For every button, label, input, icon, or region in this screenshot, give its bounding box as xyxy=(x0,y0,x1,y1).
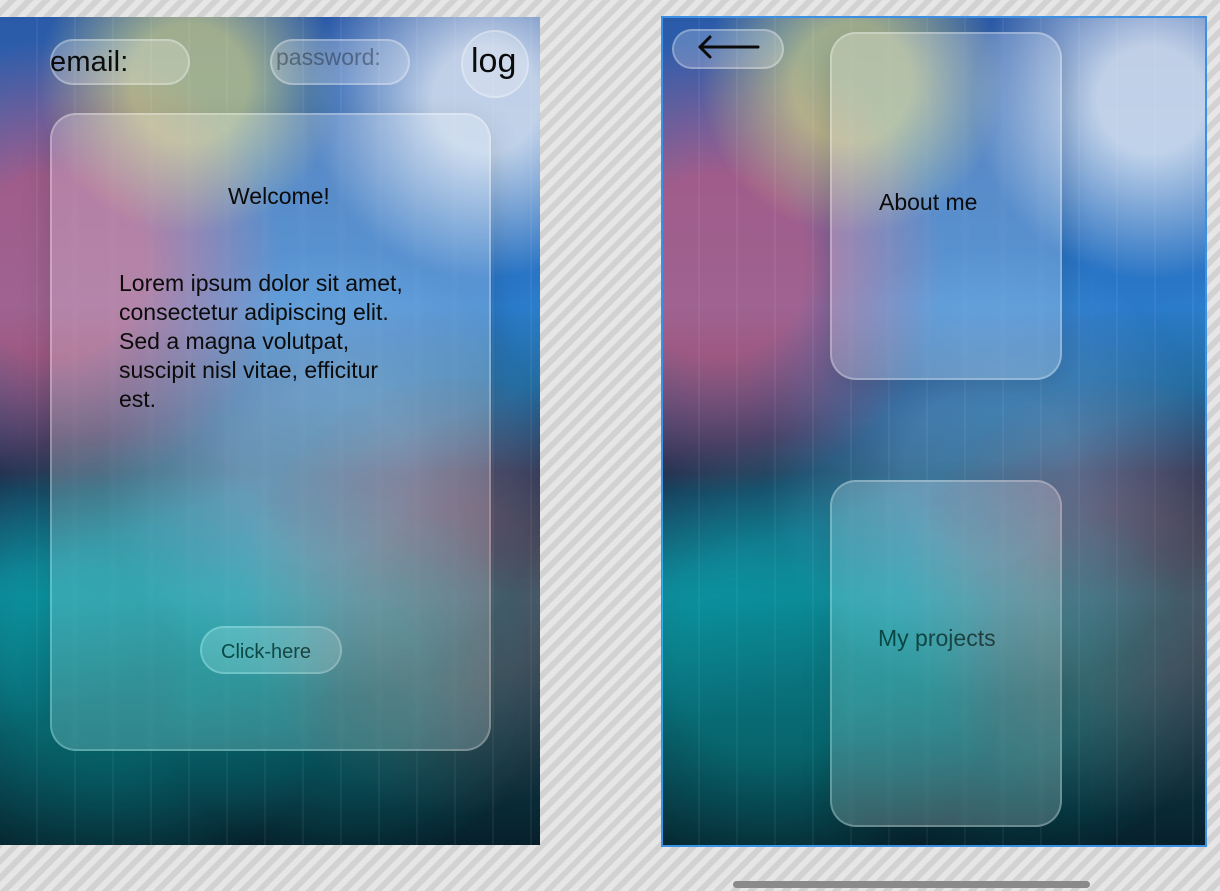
right-screen-frame: About me My projects xyxy=(661,16,1207,847)
about-card[interactable] xyxy=(830,32,1062,380)
login-button[interactable] xyxy=(461,30,529,98)
about-me-label: About me xyxy=(879,189,978,215)
welcome-title: Welcome! xyxy=(228,183,330,209)
back-button[interactable] xyxy=(672,29,784,69)
email-label: email: xyxy=(50,46,129,78)
welcome-paragraph: Lorem ipsum dolor sit amet, consectetur … xyxy=(119,270,403,412)
my-projects-label: My projects xyxy=(878,625,996,651)
click-here-button[interactable] xyxy=(200,626,342,674)
click-here-label: Click-here xyxy=(221,641,312,663)
arrow-left-icon xyxy=(698,35,760,59)
left-screen-frame: email: password: log Welcome! Lorem ipsu… xyxy=(0,17,540,845)
email-input-pill[interactable] xyxy=(50,39,190,85)
password-placeholder: password: xyxy=(276,44,381,70)
horizontal-scrollbar[interactable] xyxy=(733,881,1090,888)
password-input-pill[interactable] xyxy=(270,39,410,85)
projects-card[interactable] xyxy=(830,480,1062,827)
welcome-card xyxy=(50,113,491,751)
login-button-label: log xyxy=(471,42,517,80)
